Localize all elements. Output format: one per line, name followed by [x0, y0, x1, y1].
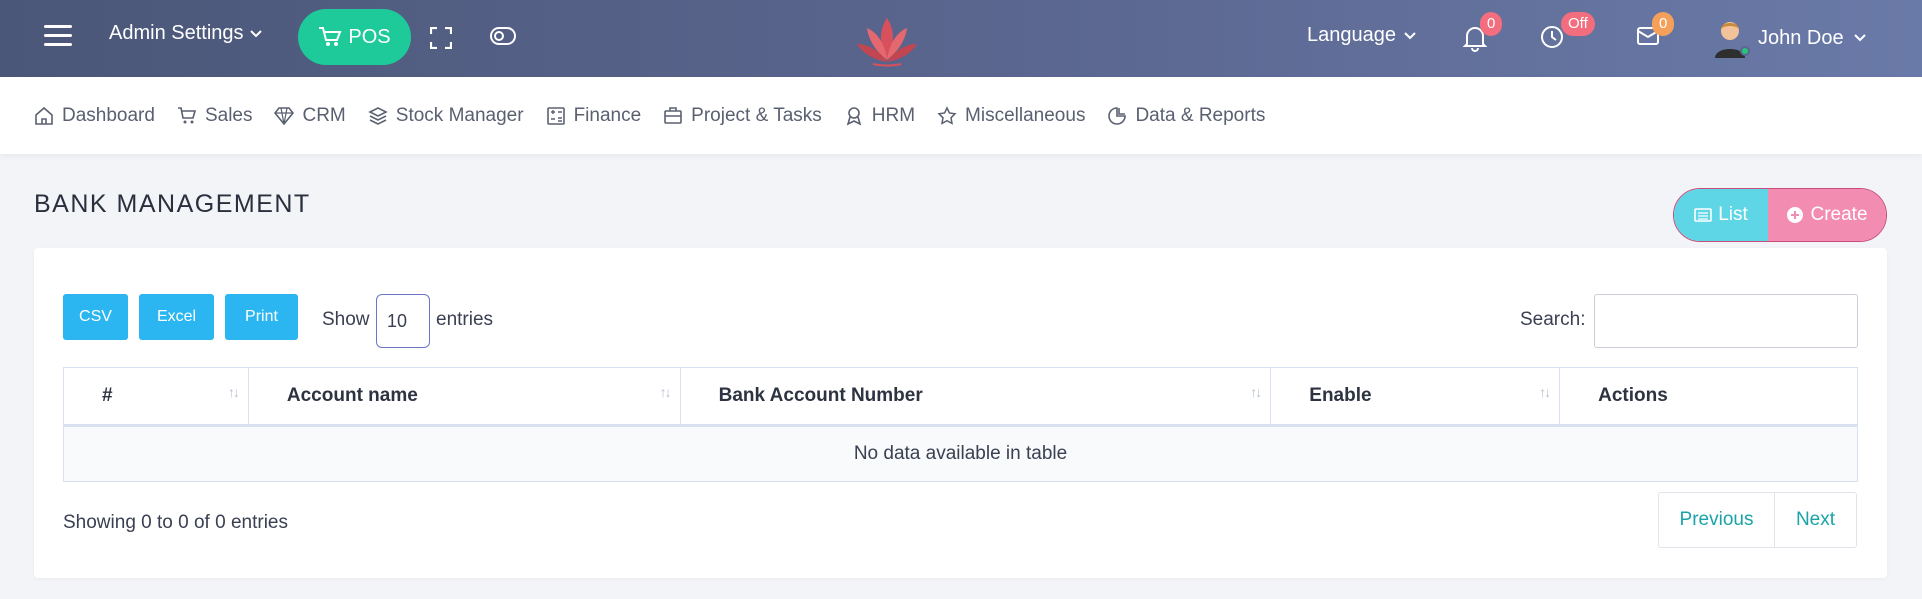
search-label: Search: — [1520, 309, 1586, 330]
table-row: No data available in table — [63, 425, 1858, 482]
menu-item-finance[interactable]: Finance — [546, 104, 642, 127]
print-button[interactable]: Print — [225, 294, 298, 340]
online-status-dot — [1740, 46, 1750, 56]
pagination: Previous Next — [1658, 492, 1857, 548]
column-header-actions: Actions — [1559, 367, 1858, 427]
notifications-button[interactable]: 0 — [1462, 12, 1503, 54]
cart-icon — [319, 27, 342, 46]
create-label: Create — [1810, 204, 1868, 225]
sort-icon: ↑↓ — [1539, 384, 1551, 400]
theme-toggle-icon[interactable] — [490, 27, 516, 49]
menu-item-label: Finance — [573, 104, 642, 126]
menu-toggle-icon[interactable] — [44, 25, 72, 47]
pos-label: POS — [348, 25, 391, 48]
top-navbar: Admin Settings POS Language 0 Off 0 John… — [0, 0, 1922, 77]
main-menu: Dashboard Sales CRM Stock Manager Financ… — [0, 77, 1922, 154]
empty-table-message: No data available in table — [63, 425, 1858, 482]
entries-label: entries — [436, 309, 494, 330]
menu-item-sales[interactable]: Sales — [177, 104, 253, 127]
chevron-down-icon — [1404, 31, 1416, 39]
view-toggle: List Create — [1673, 188, 1887, 242]
bank-table-card: CSV Excel Print Show 10 entries Search: … — [34, 248, 1887, 578]
plus-circle-icon — [1787, 207, 1804, 223]
menu-item-label: Dashboard — [62, 104, 155, 126]
column-header-enable[interactable]: Enable ↑↓ — [1270, 367, 1561, 427]
sort-icon: ↑↓ — [659, 384, 672, 400]
messages-button[interactable]: 0 — [1636, 12, 1675, 54]
column-header-label: Actions — [1598, 385, 1668, 406]
column-header-number[interactable]: # ↑↓ — [63, 367, 249, 427]
menu-item-miscellaneous[interactable]: Miscellaneous — [937, 105, 1085, 127]
menu-item-crm[interactable]: CRM — [274, 104, 346, 127]
menu-item-label: Project & Tasks — [691, 104, 822, 126]
list-label: List — [1718, 204, 1748, 225]
clock-status-badge: Off — [1561, 12, 1595, 36]
menu-item-label: Sales — [204, 104, 253, 126]
user-name: John Doe — [1758, 26, 1844, 49]
list-button[interactable]: List — [1674, 189, 1768, 241]
sort-icon: ↑↓ — [1250, 384, 1262, 400]
menu-item-label: CRM — [302, 104, 346, 126]
table-info: Showing 0 to 0 of 0 entries — [63, 512, 288, 533]
bank-accounts-table: # ↑↓ Account name ↑↓ Bank Account Number… — [63, 367, 1858, 482]
pos-button[interactable]: POS — [298, 9, 411, 65]
next-page-button[interactable]: Next — [1775, 492, 1857, 548]
page-length-select[interactable]: 10 — [376, 294, 430, 348]
column-header-account-name[interactable]: Account name ↑↓ — [247, 367, 681, 427]
show-label: Show — [322, 309, 370, 330]
csv-button[interactable]: CSV — [63, 294, 128, 340]
cart-icon — [177, 106, 197, 123]
previous-page-button[interactable]: Previous — [1658, 492, 1775, 548]
sort-icon: ↑↓ — [227, 384, 240, 400]
user-menu[interactable]: John Doe — [1712, 18, 1866, 58]
menu-item-dashboard[interactable]: Dashboard — [34, 105, 155, 127]
fullscreen-icon[interactable] — [429, 26, 453, 50]
layers-icon — [367, 106, 388, 125]
clock-button[interactable]: Off — [1539, 12, 1595, 54]
language-label: Language — [1307, 24, 1396, 46]
excel-button[interactable]: Excel — [139, 294, 214, 340]
menu-item-stock-manager[interactable]: Stock Manager — [367, 104, 524, 127]
page-title: BANK MANAGEMENT — [34, 190, 311, 218]
list-icon — [1694, 208, 1713, 222]
award-icon — [846, 106, 862, 126]
column-header-label: Account name — [286, 385, 418, 406]
admin-settings-dropdown[interactable]: Admin Settings — [109, 22, 262, 45]
diamond-icon — [274, 106, 295, 125]
notifications-badge: 0 — [1480, 12, 1503, 36]
pie-chart-icon — [1108, 106, 1127, 125]
menu-item-data-reports[interactable]: Data & Reports — [1107, 105, 1265, 127]
menu-item-label: Miscellaneous — [965, 104, 1086, 126]
menu-item-label: Data & Reports — [1135, 104, 1266, 126]
column-header-label: # — [102, 385, 113, 406]
language-dropdown[interactable]: Language — [1307, 24, 1416, 47]
chevron-down-icon — [1853, 34, 1866, 42]
menu-item-label: HRM — [871, 104, 916, 126]
star-icon — [937, 105, 957, 125]
menu-item-label: Stock Manager — [395, 104, 524, 126]
table-header-row: # ↑↓ Account name ↑↓ Bank Account Number… — [63, 367, 1858, 427]
column-header-bank-account-number[interactable]: Bank Account Number ↑↓ — [679, 367, 1272, 427]
chevron-down-icon — [249, 29, 262, 37]
menu-item-project-tasks[interactable]: Project & Tasks — [663, 105, 822, 127]
admin-settings-label: Admin Settings — [109, 22, 244, 44]
search-input[interactable] — [1594, 294, 1858, 348]
briefcase-icon — [664, 106, 682, 124]
avatar — [1712, 18, 1750, 58]
lotus-logo — [855, 12, 919, 68]
create-button[interactable]: Create — [1768, 189, 1886, 241]
calculator-icon — [546, 106, 565, 125]
menu-item-hrm[interactable]: HRM — [844, 105, 915, 127]
messages-badge: 0 — [1652, 12, 1675, 36]
column-header-label: Enable — [1309, 385, 1372, 406]
column-header-label: Bank Account Number — [718, 385, 923, 406]
home-icon — [35, 106, 53, 125]
